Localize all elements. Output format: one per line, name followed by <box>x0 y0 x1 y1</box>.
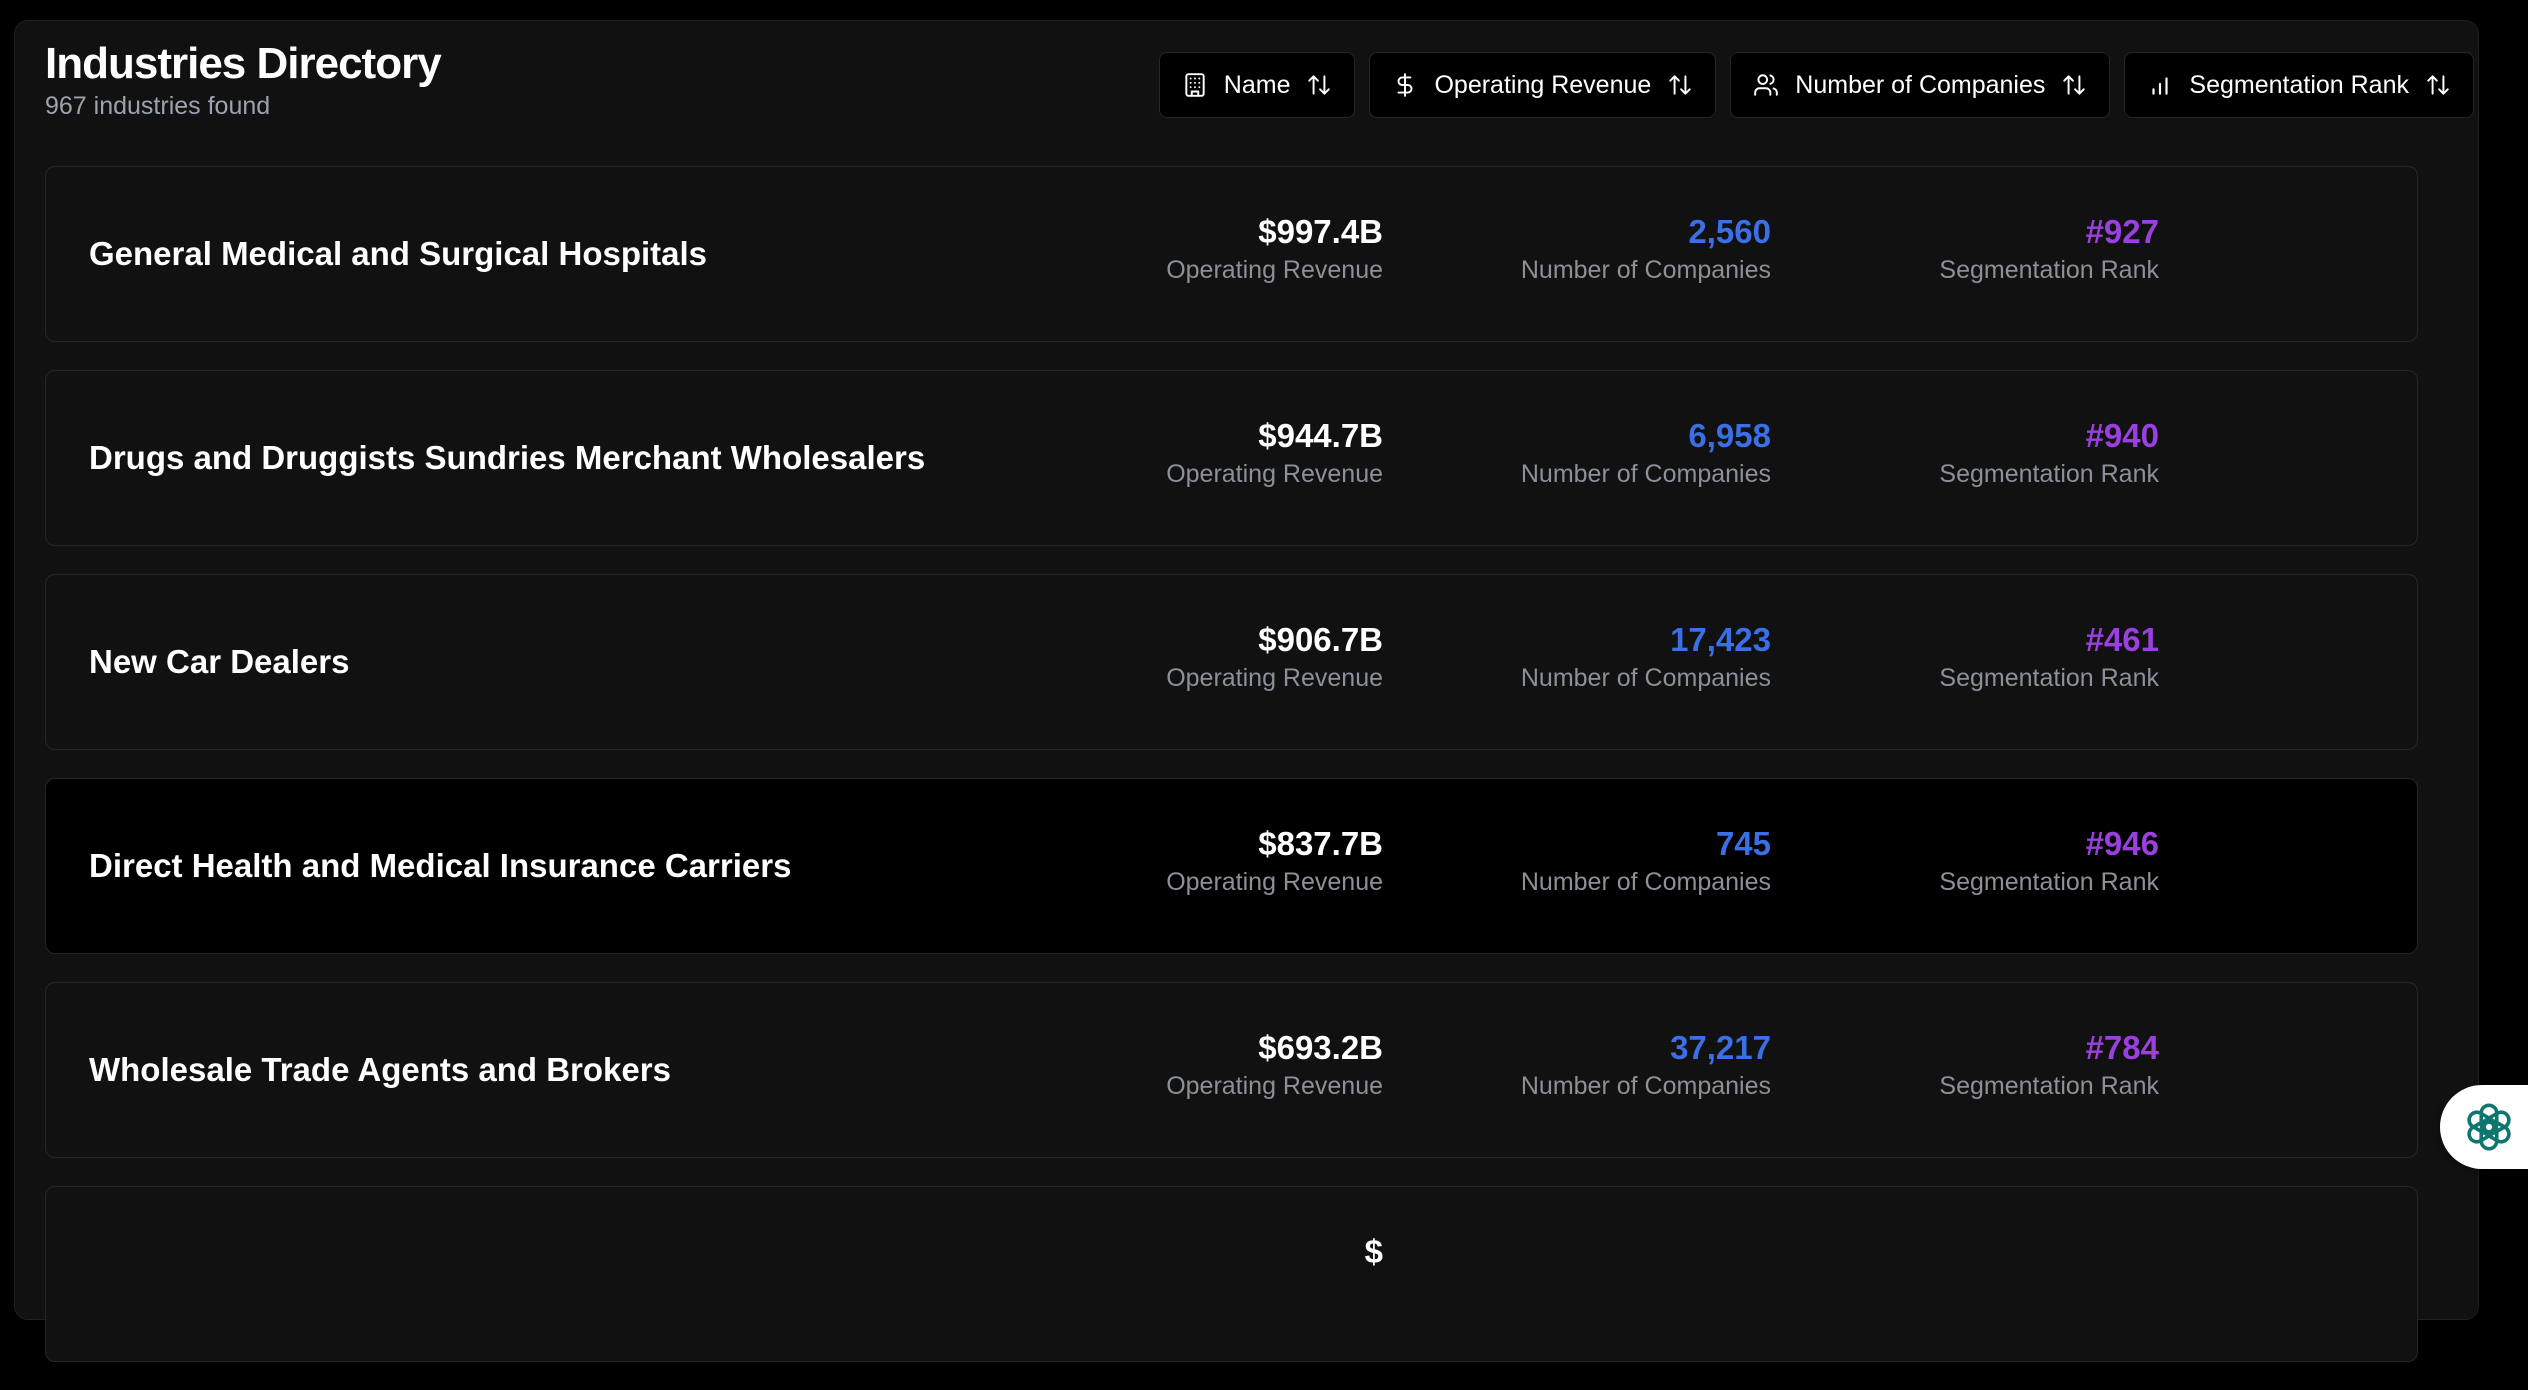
operating-revenue-label: Operating Revenue <box>1166 1072 1383 1100</box>
company-count-metric: 17,423 Number of Companies <box>1521 623 1771 691</box>
segmentation-rank-metric: #946 Segmentation Rank <box>1939 827 2159 895</box>
bar-chart-icon <box>2152 77 2168 95</box>
operating-revenue-metric: $ <box>1365 1235 1383 1268</box>
company-count-label: Number of Companies <box>1520 664 1771 692</box>
sort-by-revenue-label: Operating Revenue <box>1434 70 1652 99</box>
company-count-value: 37,217 <box>1670 1029 1771 1066</box>
segmentation-rank-label: Segmentation Rank <box>1939 664 2159 692</box>
segmentation-rank-value: #461 <box>2085 621 2159 658</box>
company-count-metric: 6,958 Number of Companies <box>1521 419 1771 487</box>
operating-revenue-metric: $837.7B Operating Revenue <box>1166 827 1383 895</box>
industry-row-hovered[interactable]: Direct Health and Medical Insurance Carr… <box>45 778 2418 954</box>
industry-row[interactable]: New Car Dealers $906.7B Operating Revenu… <box>45 574 2418 750</box>
segmentation-rank-label: Segmentation Rank <box>1939 868 2159 896</box>
operating-revenue-metric: $997.4B Operating Revenue <box>1166 215 1383 283</box>
segmentation-rank-value: #946 <box>2085 825 2159 862</box>
segmentation-rank-label: Segmentation Rank <box>1939 1072 2159 1100</box>
operating-revenue-metric: $944.7B Operating Revenue <box>1166 419 1383 487</box>
operating-revenue-label: Operating Revenue <box>1166 256 1383 284</box>
company-count-label: Number of Companies <box>1520 460 1771 488</box>
operating-revenue-label: Operating Revenue <box>1166 664 1383 692</box>
industry-row[interactable]: Drugs and Druggists Sundries Merchant Wh… <box>45 370 2418 546</box>
operating-revenue-value: $944.7B <box>1258 417 1383 454</box>
assistant-fab-button[interactable] <box>2440 1085 2528 1169</box>
company-count-value: 2,560 <box>1688 213 1771 250</box>
industry-name: Drugs and Druggists Sundries Merchant Wh… <box>89 439 926 476</box>
operating-revenue-metric: $906.7B Operating Revenue <box>1166 623 1383 691</box>
results-count: 967 industries found <box>45 92 271 120</box>
industry-name: New Car Dealers <box>89 643 350 680</box>
industry-name: Wholesale Trade Agents and Brokers <box>89 1051 671 1088</box>
company-count-metric: 37,217 Number of Companies <box>1521 1031 1771 1099</box>
openai-logo-icon <box>2467 1103 2511 1151</box>
industry-name: General Medical and Surgical Hospitals <box>89 235 708 272</box>
company-count-label: Number of Companies <box>1520 256 1771 284</box>
segmentation-rank-metric: #784 Segmentation Rank <box>1939 1031 2159 1099</box>
operating-revenue-metric: $693.2B Operating Revenue <box>1166 1031 1383 1099</box>
segmentation-rank-metric: #927 Segmentation Rank <box>1939 215 2159 283</box>
company-count-value: 6,958 <box>1688 417 1771 454</box>
operating-revenue-label: Operating Revenue <box>1166 868 1383 896</box>
sort-arrows-icon <box>2063 75 2086 95</box>
building-icon <box>1185 73 1205 97</box>
company-count-label: Number of Companies <box>1520 868 1771 896</box>
segmentation-rank-value: #784 <box>2085 1029 2159 1066</box>
operating-revenue-value: $906.7B <box>1258 621 1383 658</box>
users-icon <box>1754 74 1779 96</box>
segmentation-rank-label: Segmentation Rank <box>1939 256 2159 284</box>
industries-list: General Medical and Surgical Hospitals $… <box>45 166 2418 1390</box>
page-header: Industries Directory 967 industries foun… <box>45 39 442 120</box>
industry-name: Direct Health and Medical Insurance Carr… <box>89 847 792 884</box>
sort-by-rank-button[interactable]: Segmentation Rank <box>2124 52 2474 118</box>
company-count-metric: 745 Number of Companies <box>1521 827 1771 895</box>
dollar-icon <box>1397 73 1413 97</box>
operating-revenue-value: $693.2B <box>1258 1029 1383 1066</box>
sort-arrows-icon <box>1308 75 1331 95</box>
operating-revenue-value: $ <box>1364 1233 1383 1270</box>
company-count-label: Number of Companies <box>1520 1072 1771 1100</box>
sort-by-companies-label: Number of Companies <box>1795 70 2046 99</box>
operating-revenue-label: Operating Revenue <box>1166 460 1383 488</box>
sort-by-companies-button[interactable]: Number of Companies <box>1730 52 2111 118</box>
sort-arrows-icon <box>1669 75 1692 95</box>
sort-arrows-icon <box>2427 75 2449 95</box>
page-title: Industries Directory <box>45 39 442 88</box>
sort-bar: Name Operating Revenue Number of Compani… <box>1158 52 2474 118</box>
company-count-value: 745 <box>1715 825 1771 862</box>
segmentation-rank-value: #927 <box>2085 213 2159 250</box>
segmentation-rank-metric: #940 Segmentation Rank <box>1939 419 2159 487</box>
company-count-metric: 2,560 Number of Companies <box>1521 215 1771 283</box>
segmentation-rank-value: #940 <box>2085 417 2159 454</box>
segmentation-rank-metric: #461 Segmentation Rank <box>1939 623 2159 691</box>
sort-by-revenue-button[interactable]: Operating Revenue <box>1369 52 1717 118</box>
operating-revenue-value: $997.4B <box>1258 213 1383 250</box>
sort-by-name-button[interactable]: Name <box>1158 52 1356 118</box>
operating-revenue-value: $837.7B <box>1258 825 1383 862</box>
sort-by-rank-label: Segmentation Rank <box>2189 70 2409 99</box>
company-count-value: 17,423 <box>1670 621 1771 658</box>
industry-row[interactable]: Wholesale Trade Agents and Brokers $693.… <box>45 982 2418 1158</box>
industry-row-partial[interactable]: $ <box>45 1186 2418 1362</box>
industry-row[interactable]: General Medical and Surgical Hospitals $… <box>45 166 2418 342</box>
segmentation-rank-label: Segmentation Rank <box>1939 460 2159 488</box>
sort-by-name-label: Name <box>1223 70 1291 99</box>
